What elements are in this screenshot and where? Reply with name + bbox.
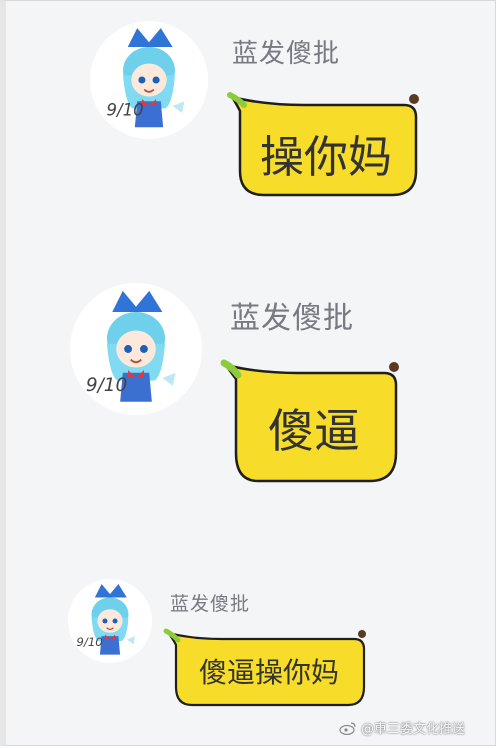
- cirno-avatar-icon: 9/10: [70, 283, 202, 415]
- sender-name: 蓝发傻批: [230, 301, 354, 336]
- avatar-caption: 9/10: [107, 100, 144, 119]
- avatar-caption: 9/10: [86, 375, 127, 396]
- avatar[interactable]: 9/10: [68, 579, 152, 663]
- message-text: 傻逼: [268, 404, 360, 458]
- watermark: @車三委文化推送: [339, 718, 465, 737]
- message-bubble[interactable]: 操你妈: [224, 91, 420, 201]
- avatar[interactable]: 9/10: [70, 283, 202, 415]
- avatar-caption: 9/10: [76, 635, 102, 649]
- avatar[interactable]: 9/10: [90, 21, 208, 139]
- watermark-text: @車三委文化推送: [360, 722, 465, 737]
- cirno-avatar-icon: 9/10: [68, 579, 152, 663]
- message-bubble[interactable]: 傻逼操你妈: [162, 627, 368, 709]
- chat-screen: 9/10 蓝发傻批 操你妈 9/10 蓝发傻批 傻逼 9/10 蓝发傻批 傻逼操…: [0, 0, 496, 746]
- cirno-avatar-icon: 9/10: [90, 21, 208, 139]
- message-text: 傻逼操你妈: [198, 656, 339, 689]
- sender-name: 蓝发傻批: [232, 39, 341, 69]
- sender-name: 蓝发傻批: [170, 593, 251, 615]
- message-text: 操你妈: [260, 132, 392, 183]
- message-bubble[interactable]: 傻逼: [218, 357, 400, 487]
- weibo-icon: [339, 721, 356, 735]
